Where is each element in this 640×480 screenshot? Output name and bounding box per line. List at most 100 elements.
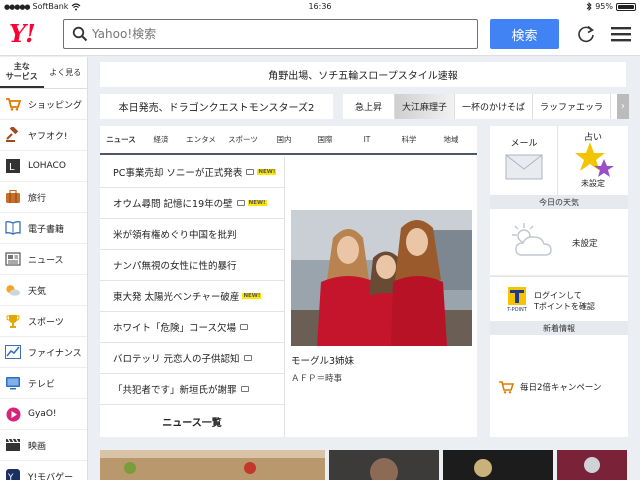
sidebar-item-ebooks[interactable]: 電子書籍 bbox=[0, 213, 87, 244]
battery-percent: 95% bbox=[595, 2, 613, 11]
play-icon bbox=[5, 406, 21, 422]
thumbnail-image[interactable] bbox=[557, 450, 627, 480]
tab-science[interactable]: 科学 bbox=[388, 126, 430, 153]
weather-status: 未設定 bbox=[572, 239, 598, 249]
battery-icon bbox=[616, 2, 636, 11]
sidebar-item-sports[interactable]: スポーツ bbox=[0, 306, 87, 337]
auction-gavel-icon bbox=[5, 127, 21, 143]
headline-item[interactable]: 東大発 太陽光ベンチャー破産 NEW! bbox=[100, 281, 285, 312]
headline-item[interactable]: オウム尋問 記憶に19年の壁 NEW! bbox=[100, 188, 285, 219]
mail-icon bbox=[505, 154, 543, 180]
status-time: 16:36 bbox=[308, 2, 332, 11]
menu-icon[interactable] bbox=[611, 26, 631, 42]
sidebar-item-news[interactable]: ニュース bbox=[0, 244, 87, 275]
trending-bar: 急上昇 大江麻理子 一杯のかけそば ラッファエッラ › bbox=[343, 94, 629, 119]
sidebar-item-tv[interactable]: テレビ bbox=[0, 368, 87, 399]
headline-item[interactable]: 米が領有権めぐり中国を批判 bbox=[100, 219, 285, 250]
campaign-link[interactable]: 毎日2倍キャンペーン bbox=[520, 381, 601, 393]
fortune-status: 未設定 bbox=[581, 179, 605, 188]
tab-entertainment[interactable]: エンタメ bbox=[180, 126, 222, 153]
tab-local[interactable]: 地域 bbox=[430, 126, 472, 153]
headline-item[interactable]: 「共犯者です」新垣氏が謝罪 bbox=[100, 374, 285, 405]
mail-tile[interactable]: メール bbox=[490, 126, 558, 195]
sidebar-item-weather[interactable]: 天気 bbox=[0, 275, 87, 306]
news-tabs: ニュース 経済 エンタメ スポーツ 国内 国際 IT 科学 地域 bbox=[100, 126, 477, 155]
news-info-heading: 新着情報 bbox=[490, 321, 628, 335]
lohaco-icon: L bbox=[5, 158, 21, 174]
bluetooth-icon bbox=[586, 2, 592, 11]
new-badge: NEW! bbox=[247, 200, 267, 206]
news-list-link[interactable]: ニュース一覧 bbox=[100, 405, 285, 437]
sidebar-item-shopping[interactable]: ショッピング bbox=[0, 89, 87, 120]
headline-item[interactable]: ホワイト「危険」コース欠場 bbox=[100, 312, 285, 343]
new-badge: NEW! bbox=[257, 169, 277, 175]
sidebar-item-travel[interactable]: 旅行 bbox=[0, 182, 87, 213]
news-icon bbox=[5, 251, 21, 267]
tab-domestic[interactable]: 国内 bbox=[264, 126, 304, 153]
thumbnail-image[interactable] bbox=[329, 450, 439, 480]
news-photo[interactable] bbox=[291, 210, 472, 346]
featured-banner-olympics[interactable]: 角野出場、ソチ五輪スロープスタイル速報 bbox=[100, 62, 626, 87]
photo-icon bbox=[243, 355, 252, 361]
headline-item[interactable]: ナンパ無視の女性に性的暴行 bbox=[100, 250, 285, 281]
weather-heading: 今日の天気 bbox=[490, 195, 628, 209]
trophy-icon bbox=[5, 313, 21, 329]
weather-tile[interactable]: 未設定 bbox=[490, 209, 628, 275]
headline-item[interactable]: PC事業売却 ソニーが正式発表 NEW! bbox=[100, 157, 285, 188]
sidebar-item-auction[interactable]: ヤフオク! bbox=[0, 120, 87, 151]
weather-cloud-icon bbox=[512, 223, 552, 256]
tpoint-login-text: ログインして bbox=[534, 291, 582, 300]
shopping-cart-icon bbox=[5, 96, 21, 112]
photo-icon bbox=[246, 169, 255, 175]
sidebar: 主な サービス よく見る ショッピング ヤフオク! L LOHACO 旅行 電子… bbox=[0, 57, 88, 480]
sidebar-item-mobage[interactable]: Y Y!モバゲー bbox=[0, 461, 87, 480]
tab-it[interactable]: IT bbox=[346, 126, 388, 153]
tv-icon bbox=[5, 375, 21, 391]
new-badge: NEW! bbox=[242, 293, 262, 299]
carrier-name: SoftBank bbox=[32, 2, 69, 11]
svg-text:T-POINT: T-POINT bbox=[506, 307, 528, 313]
trending-label: 急上昇 bbox=[343, 94, 395, 119]
wifi-icon bbox=[72, 2, 81, 10]
photo-icon bbox=[236, 200, 245, 206]
headline-item[interactable]: バロテッリ 元恋人の子供認知 bbox=[100, 343, 285, 374]
trending-item[interactable]: 大江麻理子 bbox=[395, 94, 456, 119]
yahoo-logo[interactable]: Y! bbox=[9, 19, 36, 48]
tab-international[interactable]: 国際 bbox=[304, 126, 346, 153]
sidebar-tab-frequent[interactable]: よく見る bbox=[44, 57, 88, 88]
sidebar-item-gyao[interactable]: GyaO! bbox=[0, 399, 87, 430]
cart-icon bbox=[499, 381, 514, 394]
mail-label: メール bbox=[510, 139, 538, 149]
trending-next-icon[interactable]: › bbox=[617, 94, 629, 119]
photo-caption[interactable]: モーグル3姉妹 bbox=[291, 353, 354, 367]
sidebar-item-movies[interactable]: 映画 bbox=[0, 430, 87, 461]
image-strip bbox=[100, 450, 628, 480]
sidebar-item-finance[interactable]: ファイナンス bbox=[0, 337, 87, 368]
star-icon bbox=[575, 142, 614, 177]
search-box[interactable] bbox=[63, 19, 478, 49]
signal-icon: ●●●●● bbox=[4, 2, 31, 11]
info-tile[interactable]: 毎日2倍キャンペーン bbox=[490, 335, 628, 437]
sidebar-item-lohaco[interactable]: L LOHACO bbox=[0, 151, 87, 182]
svg-text:L: L bbox=[9, 162, 15, 173]
search-button[interactable]: 検索 bbox=[490, 19, 559, 49]
weather-icon bbox=[5, 282, 21, 298]
tab-sports[interactable]: スポーツ bbox=[222, 126, 264, 153]
trending-item[interactable]: 一杯のかけそば bbox=[455, 94, 534, 119]
tab-economy[interactable]: 経済 bbox=[142, 126, 180, 153]
fortune-tile[interactable]: 占い 未設定 bbox=[558, 126, 628, 195]
reload-icon[interactable] bbox=[576, 24, 596, 44]
book-icon bbox=[5, 220, 21, 236]
trending-item[interactable]: ラッファエッラ bbox=[533, 94, 612, 119]
headline-list: PC事業売却 ソニーが正式発表 NEW! オウム尋問 記憶に19年の壁 NEW! 米… bbox=[100, 157, 285, 405]
header: Y! 検索 bbox=[0, 13, 640, 56]
photo-icon bbox=[240, 324, 249, 330]
tpoint-tile[interactable]: T-POINT ログインして Tポイントを確認 bbox=[490, 276, 628, 321]
search-input[interactable] bbox=[92, 27, 472, 41]
thumbnail-image[interactable] bbox=[443, 450, 553, 480]
tpoint-logo: T-POINT bbox=[506, 287, 528, 313]
featured-banner-dragonquest[interactable]: 本日発売、ドラゴンクエストモンスターズ2 bbox=[100, 94, 333, 119]
thumbnail-image[interactable] bbox=[100, 450, 325, 480]
tab-news[interactable]: ニュース bbox=[100, 126, 142, 153]
sidebar-tab-main-services[interactable]: 主な サービス bbox=[0, 57, 44, 88]
